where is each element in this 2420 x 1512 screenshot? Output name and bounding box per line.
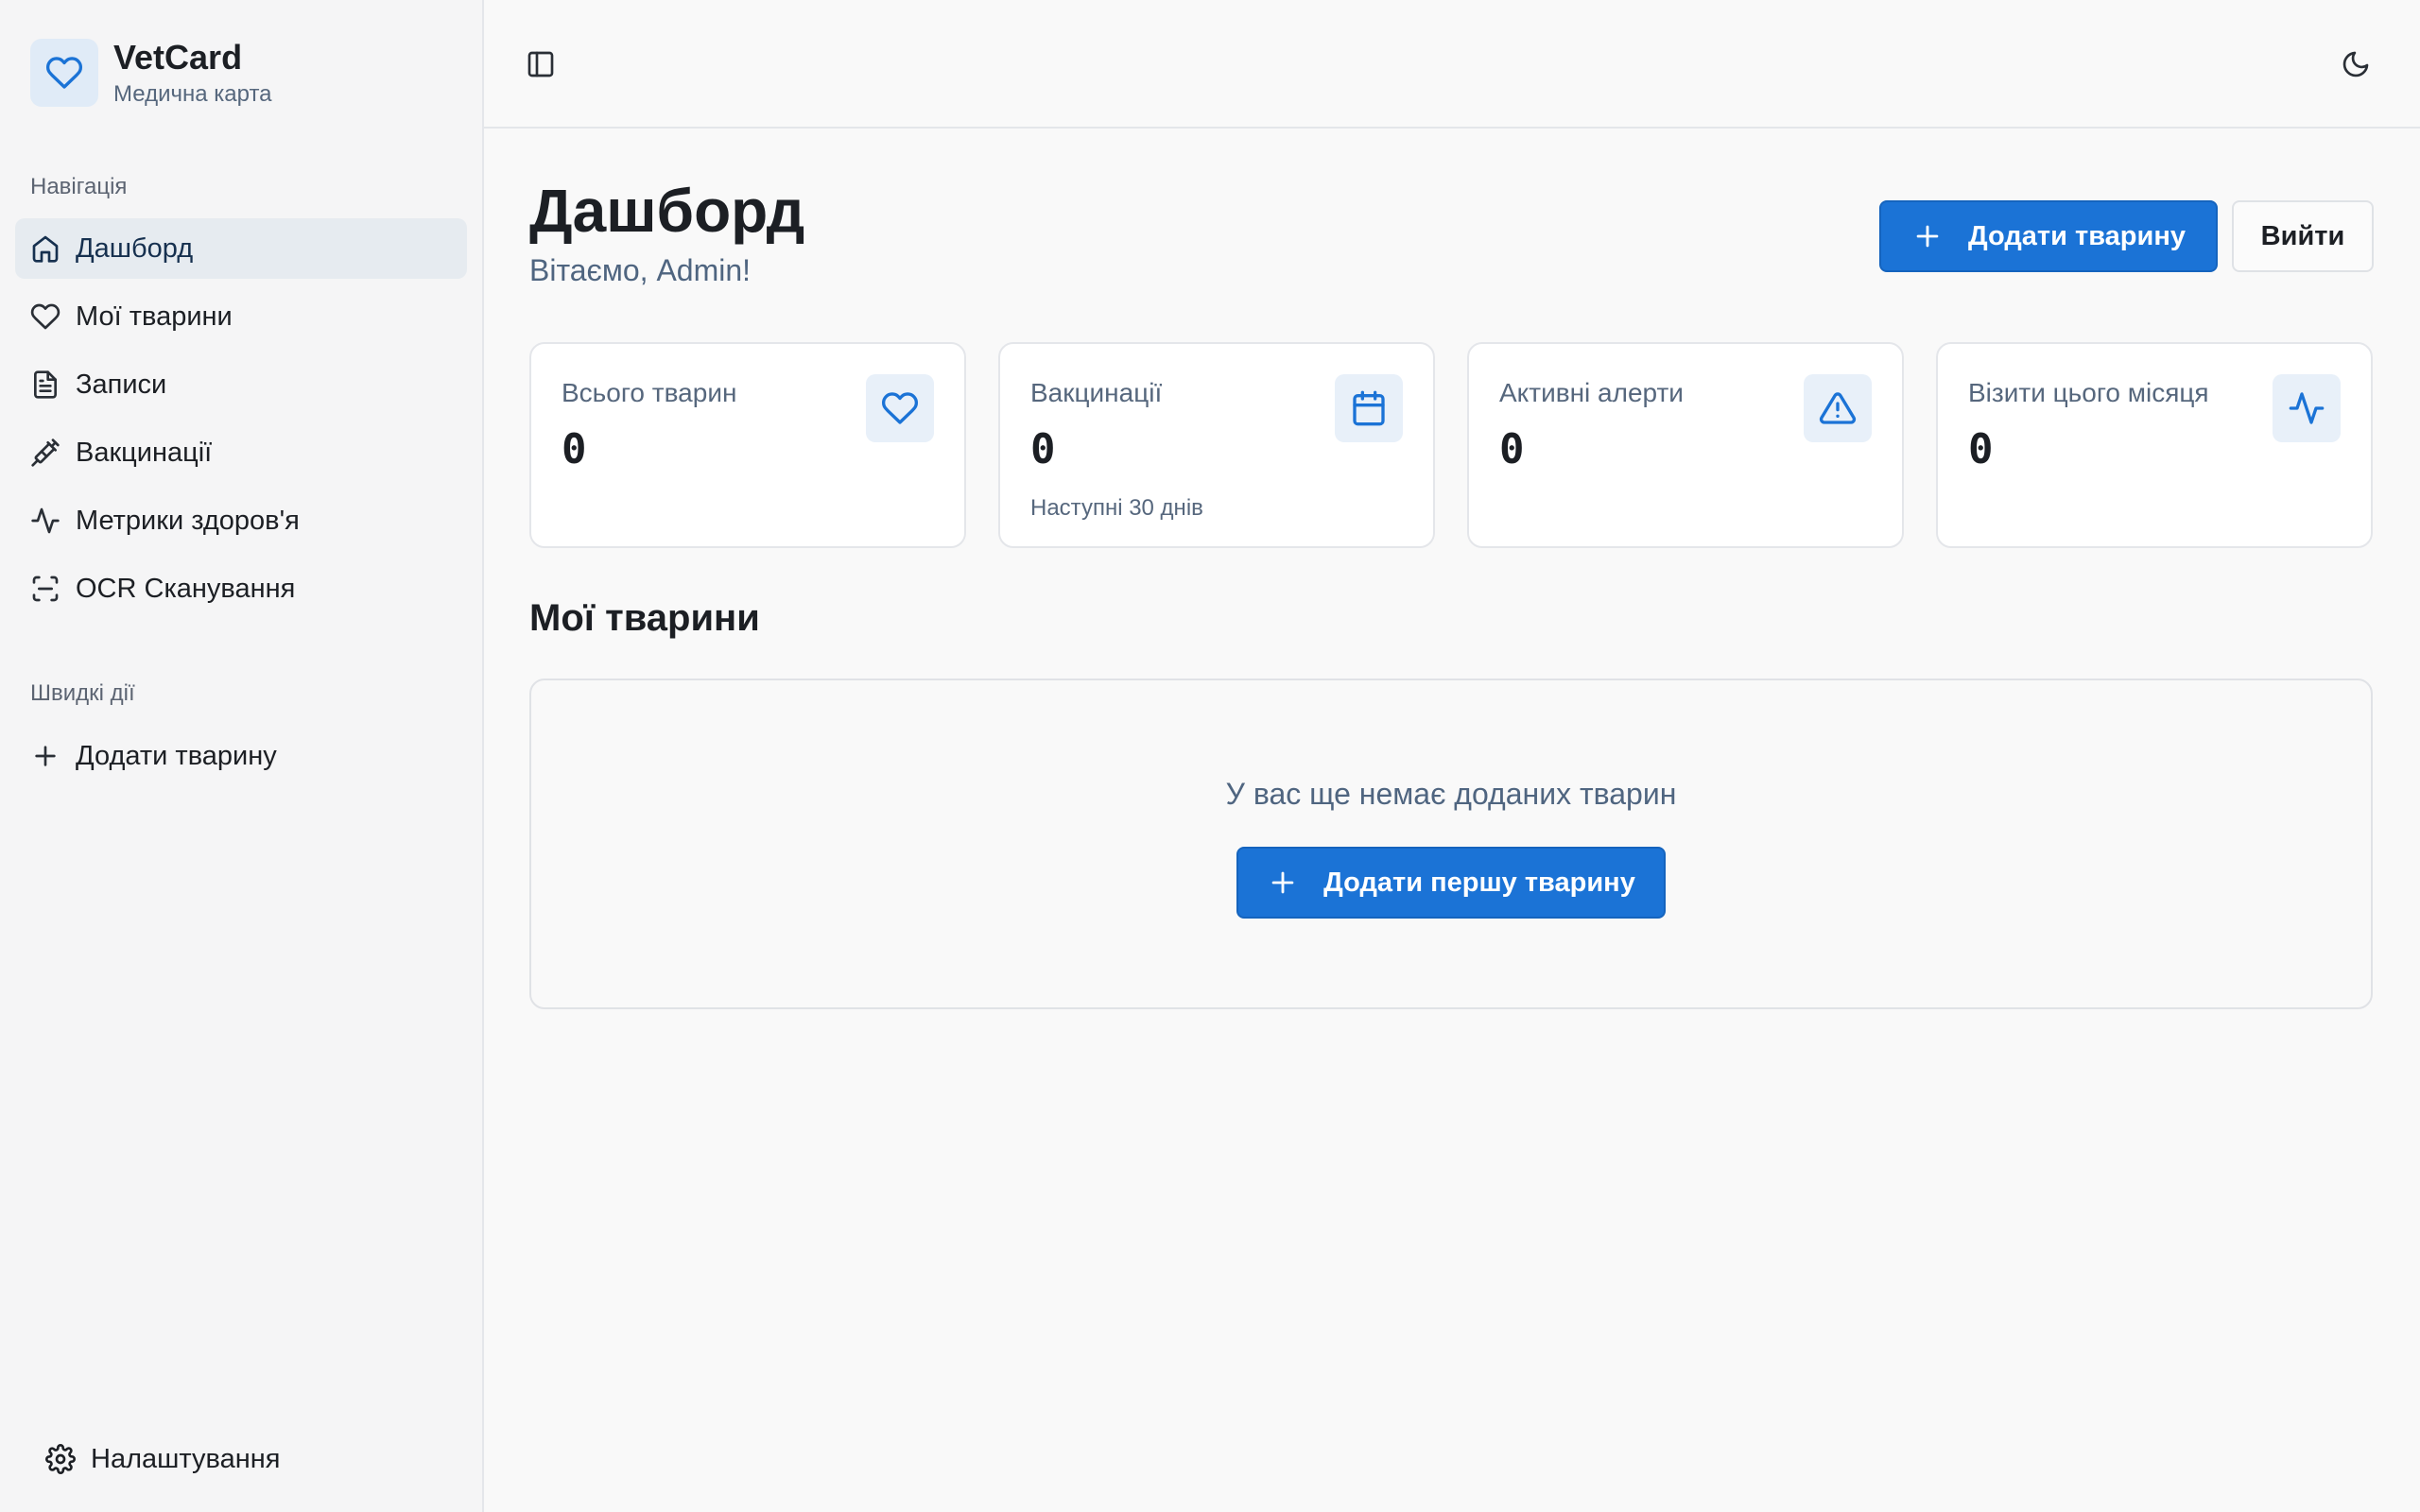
plus-icon [30, 741, 60, 771]
stat-label: Активні алерти [1499, 378, 1684, 407]
sidebar-nav: Дашборд Мої тварини Записи Вакцинації Ме… [15, 218, 467, 627]
stat-value: 0 [562, 425, 587, 473]
heart-icon [30, 301, 60, 332]
my-pets-heading: Мої тварини [529, 597, 760, 639]
stat-value: 0 [1968, 425, 1994, 473]
stat-card-vaccinations: Вакцинації 0 Наступні 30 днів [998, 342, 1435, 548]
sidebar-item-label: OCR Сканування [76, 573, 296, 604]
sidebar-item-label: Записи [76, 369, 167, 400]
add-first-pet-button[interactable]: Додати першу тварину [1236, 847, 1666, 919]
stat-card-monthly-visits: Візити цього місяця 0 [1936, 342, 2373, 548]
scan-icon [30, 574, 60, 604]
quick-actions: Додати тварину [15, 726, 467, 794]
activity-icon [30, 506, 60, 536]
sidebar-item-label: Дашборд [76, 232, 194, 264]
page-title: Дашборд [529, 177, 805, 245]
empty-pets-card: У вас ще немає доданих тварин Додати пер… [529, 679, 2373, 1009]
syringe-icon [30, 438, 60, 468]
logout-button[interactable]: Вийти [2232, 200, 2374, 272]
sidebar-item-label: Метрики здоров'я [76, 505, 300, 536]
nav-section-label: Навігація [30, 174, 128, 199]
sidebar-item-records[interactable]: Записи [15, 354, 467, 415]
sidebar-item-label: Додати тварину [76, 740, 277, 771]
sidebar-item-dashboard[interactable]: Дашборд [15, 218, 467, 279]
app-subtitle: Медична карта [113, 81, 272, 107]
sidebar-item-vaccinations[interactable]: Вакцинації [15, 422, 467, 483]
sidebar: VetCard Медична карта Навігація Дашборд … [0, 0, 484, 1512]
heart-icon [866, 374, 934, 442]
add-pet-button[interactable]: Додати тварину [1879, 200, 2218, 272]
stat-label: Вакцинації [1030, 378, 1163, 407]
stat-label: Всього тварин [562, 378, 737, 407]
sidebar-item-health-metrics[interactable]: Метрики здоров'я [15, 490, 467, 551]
moon-icon[interactable] [2337, 45, 2375, 83]
stat-label: Візити цього місяця [1968, 378, 2209, 407]
stat-card-total-pets: Всього тварин 0 [529, 342, 966, 548]
app-name: VetCard [113, 38, 243, 77]
stat-note: Наступні 30 днів [1030, 495, 1203, 521]
heart-icon [30, 39, 98, 107]
stat-value: 0 [1499, 425, 1525, 473]
sidebar-item-add-pet[interactable]: Додати тварину [15, 726, 467, 786]
settings-link[interactable]: Налаштування [30, 1429, 446, 1489]
sidebar-item-label: Мої тварини [76, 301, 233, 332]
stat-card-active-alerts: Активні алерти 0 [1467, 342, 1904, 548]
alert-triangle-icon [1804, 374, 1872, 442]
sidebar-item-ocr-scan[interactable]: OCR Сканування [15, 558, 467, 619]
sidebar-item-label: Вакцинації [76, 437, 213, 468]
add-first-pet-button-label: Додати першу тварину [1323, 867, 1635, 898]
plus-icon [1267, 867, 1299, 899]
empty-state-text: У вас ще немає доданих тварин [1225, 777, 1677, 811]
plus-icon [1911, 220, 1944, 252]
activity-icon [2273, 374, 2341, 442]
brand[interactable]: VetCard Медична карта [30, 38, 272, 108]
greeting: Вітаємо, Admin! [529, 253, 752, 287]
home-icon [30, 233, 60, 264]
sidebar-item-my-pets[interactable]: Мої тварини [15, 286, 467, 347]
settings-label: Налаштування [91, 1443, 281, 1474]
panel-left-icon[interactable] [522, 45, 560, 83]
stat-value: 0 [1030, 425, 1056, 473]
calendar-icon [1335, 374, 1403, 442]
quick-actions-label: Швидкі дії [30, 680, 135, 706]
add-pet-button-label: Додати тварину [1968, 220, 2186, 251]
top-bar [484, 0, 2420, 129]
gear-icon [45, 1444, 76, 1474]
document-icon [30, 369, 60, 400]
